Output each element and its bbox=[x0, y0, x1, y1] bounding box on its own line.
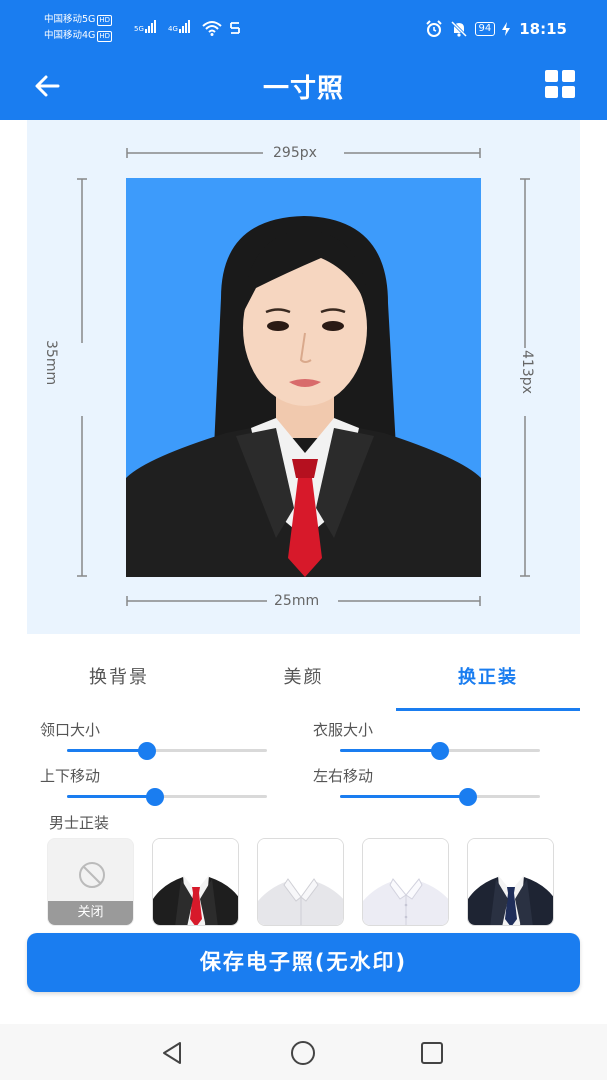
vertical-move-slider[interactable] bbox=[67, 786, 267, 806]
black-suit-thumbnail bbox=[153, 839, 238, 925]
clothes-size-slider[interactable] bbox=[340, 740, 540, 760]
ban-icon bbox=[79, 862, 105, 888]
white-shirt-thumbnail bbox=[258, 839, 343, 925]
app-bar: 一寸照 bbox=[0, 58, 607, 120]
charging-icon bbox=[502, 22, 511, 36]
active-tab-indicator bbox=[396, 708, 580, 711]
suit-option-black-red-tie[interactable] bbox=[152, 838, 239, 926]
tab-beauty[interactable]: 美颜 bbox=[211, 654, 396, 708]
white-shirt-thumbnail bbox=[363, 839, 448, 925]
collar-size-label: 领口大小 bbox=[40, 721, 101, 739]
suit-option-white-shirt-2[interactable] bbox=[362, 838, 449, 926]
alarm-icon bbox=[425, 20, 442, 37]
height-mm-dimension-line bbox=[77, 178, 87, 577]
signal-5g: 5G bbox=[134, 20, 156, 33]
grid-icon[interactable] bbox=[543, 68, 577, 102]
height-mm-label: 35mm bbox=[43, 340, 59, 386]
nav-back-icon[interactable] bbox=[158, 1038, 188, 1068]
save-photo-button[interactable]: 保存电子照(无水印) bbox=[27, 933, 580, 992]
mens-formal-label: 男士正装 bbox=[49, 814, 110, 832]
slider-thumb[interactable] bbox=[146, 788, 164, 806]
carrier-1: 中国移动5G HD bbox=[44, 14, 113, 26]
width-px-label: 295px bbox=[273, 145, 317, 161]
navy-suit-thumbnail bbox=[468, 839, 553, 925]
height-px-label: 413px bbox=[519, 350, 535, 394]
id-photo[interactable] bbox=[126, 178, 481, 577]
slider-thumb[interactable] bbox=[459, 788, 477, 806]
signal-4g: 4G bbox=[168, 20, 190, 33]
horizontal-move-slider[interactable] bbox=[340, 786, 540, 806]
carrier-2: 中国移动4G HD bbox=[44, 30, 113, 42]
clothes-size-label: 衣服大小 bbox=[313, 721, 374, 739]
status-bar: 中国移动5G HD 中国移动4G HD 5G 4G 94 18:15 bbox=[0, 0, 607, 58]
suit-off-option[interactable]: 关闭 bbox=[47, 838, 134, 926]
collar-size-slider[interactable] bbox=[67, 740, 267, 760]
status-right: 94 18:15 bbox=[425, 20, 567, 38]
slider-thumb[interactable] bbox=[431, 742, 449, 760]
data-icon bbox=[230, 22, 240, 34]
width-mm-label: 25mm bbox=[274, 593, 320, 609]
suit-option-navy-tie[interactable] bbox=[467, 838, 554, 926]
suit-option-white-shirt[interactable] bbox=[257, 838, 344, 926]
editor-tabs: 换背景 美颜 换正装 bbox=[27, 654, 580, 712]
portrait-image bbox=[126, 216, 481, 577]
nav-home-icon[interactable] bbox=[288, 1038, 318, 1068]
slider-thumb[interactable] bbox=[138, 742, 156, 760]
vertical-move-label: 上下移动 bbox=[40, 767, 101, 785]
tab-formal-wear[interactable]: 换正装 bbox=[396, 654, 580, 708]
clock: 18:15 bbox=[519, 20, 567, 38]
page-title: 一寸照 bbox=[262, 74, 344, 104]
off-label: 关闭 bbox=[48, 901, 133, 925]
system-nav-bar bbox=[0, 1024, 607, 1080]
wifi-icon bbox=[202, 21, 222, 36]
photo-preview: 295px 25mm 35mm 413px bbox=[27, 120, 580, 634]
horizontal-move-label: 左右移动 bbox=[313, 767, 374, 785]
mute-icon bbox=[450, 20, 467, 38]
nav-recents-icon[interactable] bbox=[417, 1038, 447, 1068]
battery-indicator: 94 bbox=[474, 22, 496, 36]
tab-change-background[interactable]: 换背景 bbox=[27, 654, 211, 708]
